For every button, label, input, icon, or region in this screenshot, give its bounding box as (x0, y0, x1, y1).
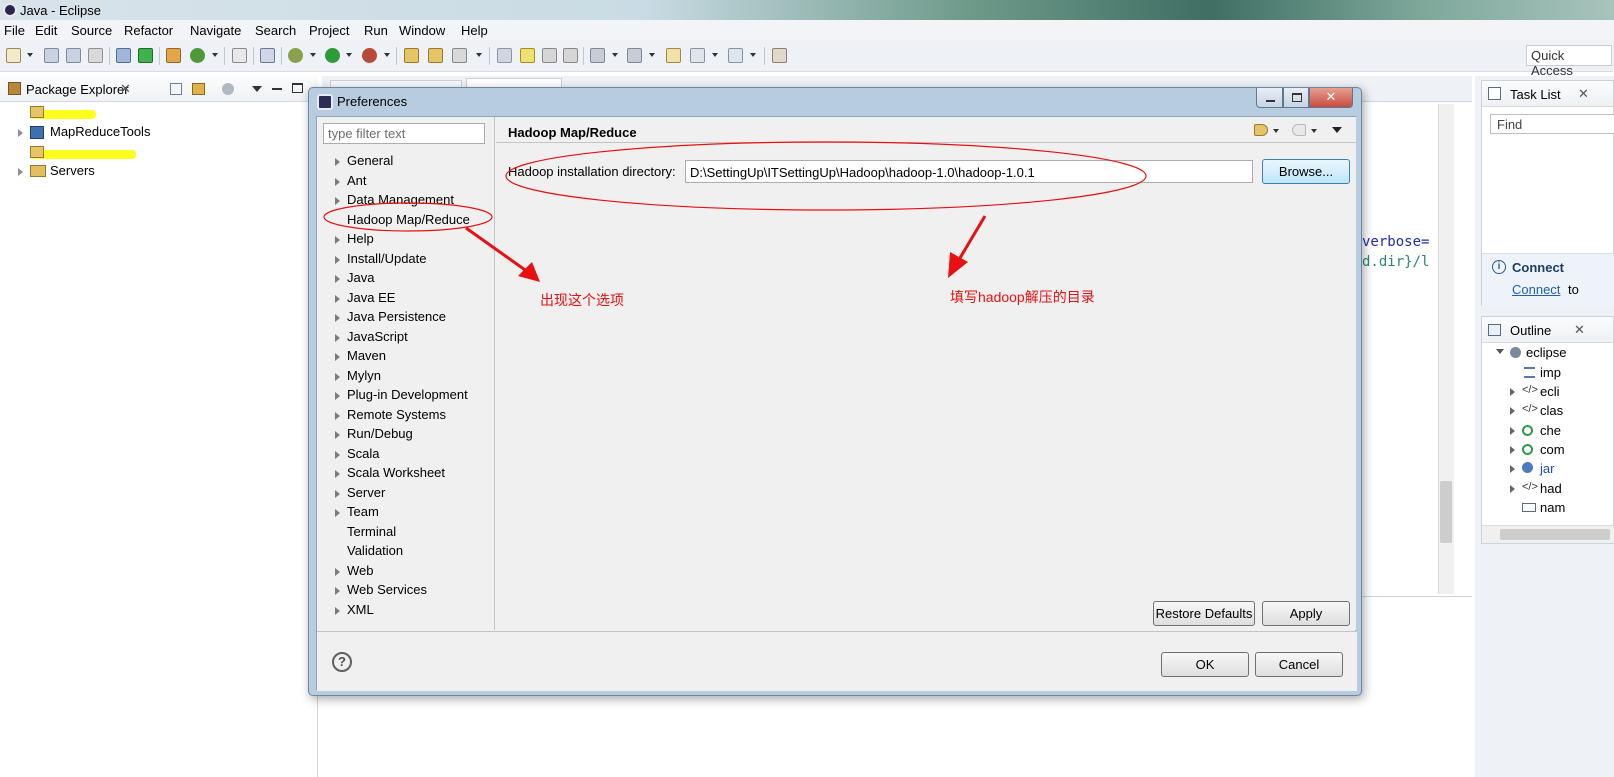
directory-arrow-head (948, 252, 968, 278)
option-highlight-ellipse (323, 202, 493, 232)
directory-arrow-line (958, 215, 987, 259)
option-arrow-head (518, 262, 540, 282)
directory-annotation-text: 填写hadoop解压的目录 (950, 289, 1095, 305)
annotation-overlay (323, 141, 1147, 282)
directory-highlight-ellipse (505, 141, 1147, 211)
option-annotation-text: 出现这个选项 (540, 292, 624, 308)
option-arrow-line (465, 226, 529, 274)
